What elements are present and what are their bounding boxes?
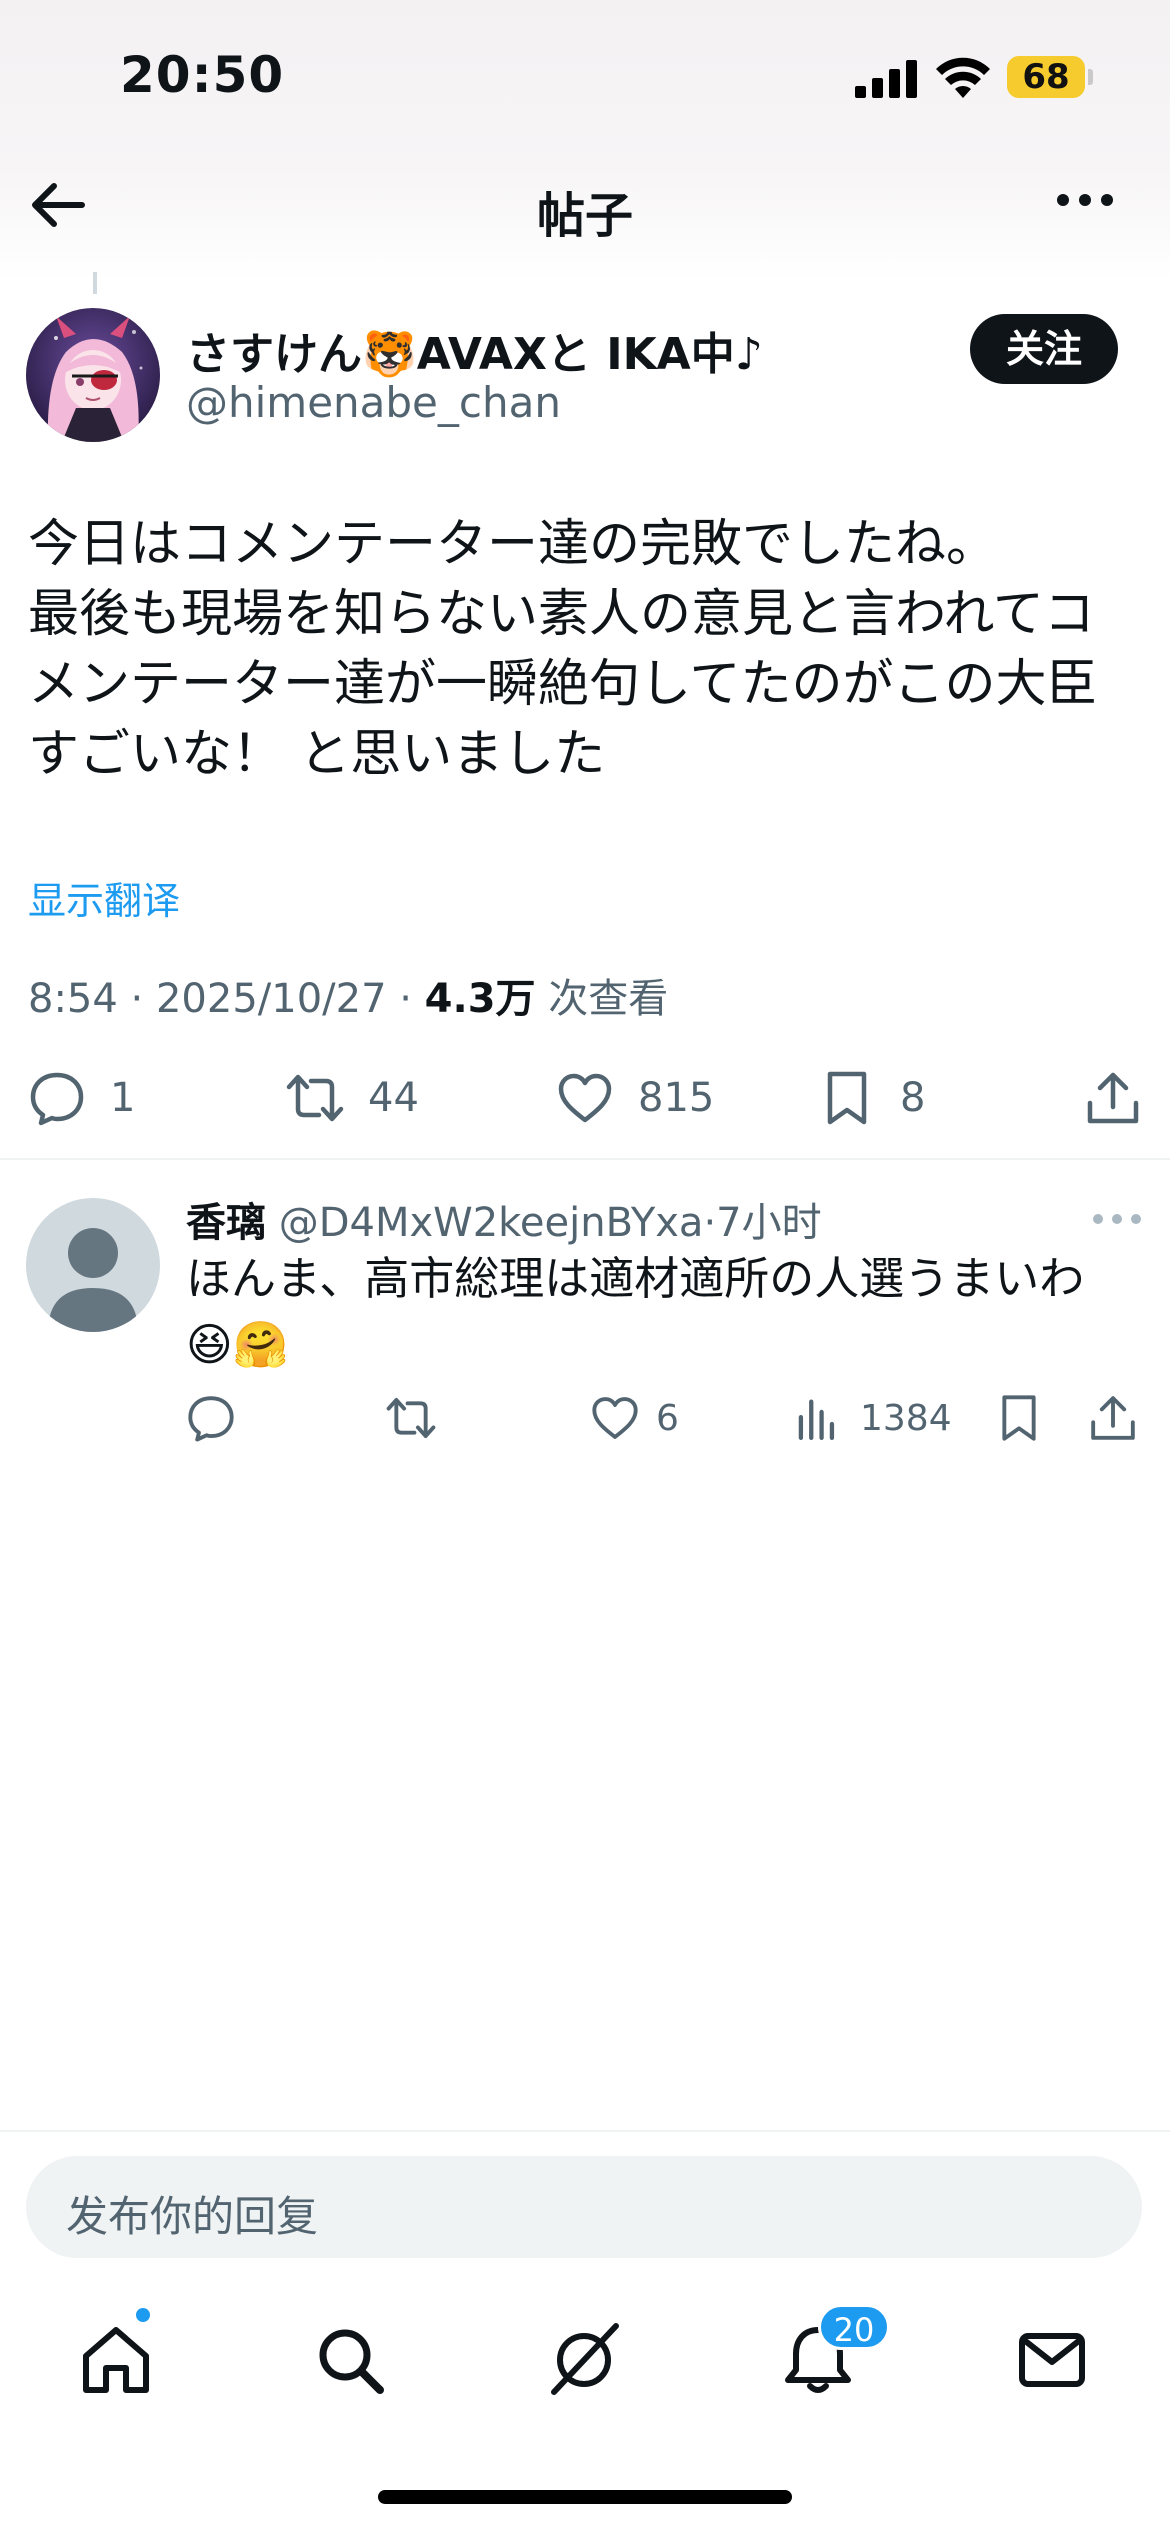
reply-like-count: 6 — [656, 1397, 679, 1439]
tab-messages[interactable] — [1012, 2320, 1092, 2400]
reply-header: 香璃 @D4MxW2keejnBYxa·7小时 — [186, 1190, 822, 1248]
reply-action-bar: 6 1384 — [0, 1390, 1170, 1446]
bookmark-icon — [1002, 1395, 1036, 1441]
share-button[interactable] — [1084, 1066, 1142, 1130]
retweet-icon — [286, 1074, 344, 1122]
home-icon — [83, 2327, 149, 2393]
home-unread-dot — [134, 2306, 152, 2324]
status-time: 20:50 — [120, 46, 285, 104]
wifi-icon — [936, 57, 990, 98]
retweet-count: 44 — [368, 1075, 419, 1121]
reply-text-line: ほんま、高市総理は適材適所の人選うまいわ — [186, 1252, 1085, 1305]
thread-connector — [93, 272, 97, 294]
bookmark-count: 8 — [900, 1075, 926, 1121]
tab-grok[interactable] — [544, 2320, 624, 2400]
post-metadata: 8:54 · 2025/10/27 · 4.3万 次查看 — [28, 966, 668, 1024]
author-handle[interactable]: @himenabe_chan — [186, 378, 561, 427]
reply-views-button[interactable]: 1384 — [794, 1390, 952, 1446]
more-horizontal-icon[interactable] — [1092, 1212, 1142, 1226]
reply-share-button[interactable] — [1088, 1390, 1138, 1446]
like-button[interactable]: 815 — [556, 1066, 714, 1130]
nav-bar: 帖子 — [0, 160, 1170, 250]
messages-icon — [1019, 2333, 1085, 2387]
divider — [0, 1158, 1170, 1160]
reply-like-button[interactable]: 6 — [590, 1390, 679, 1446]
author-avatar[interactable] — [26, 308, 160, 442]
retweet-button[interactable]: 44 — [286, 1066, 419, 1130]
reply-icon — [30, 1072, 84, 1126]
more-horizontal-icon[interactable] — [1055, 190, 1115, 210]
reply-emoji-line: 😆🤗 — [186, 1318, 289, 1371]
battery-indicator: 68 — [1007, 56, 1085, 98]
reply-compose-input[interactable]: 发布你的回复 — [26, 2156, 1142, 2258]
tab-home[interactable] — [76, 2320, 156, 2400]
share-icon — [1087, 1072, 1139, 1124]
retweet-icon — [386, 1397, 436, 1439]
reply-timestamp: ·7小时 — [703, 1200, 822, 1246]
view-count: 4.3万 — [424, 976, 536, 1022]
compose-divider — [0, 2130, 1170, 2132]
post-text: 今日はコメンテーター達の完敗でしたね。 最後も現場を知らない素人の意見と言われて… — [28, 510, 1148, 790]
page-title: 帖子 — [536, 188, 633, 244]
reply-reply-button[interactable] — [186, 1390, 236, 1446]
bottom-tab-bar — [0, 2300, 1170, 2440]
battery-level: 68 — [1022, 57, 1070, 97]
avatar-illustration — [26, 308, 160, 442]
heart-icon — [558, 1073, 612, 1123]
battery-cap — [1088, 69, 1093, 85]
bookmark-button[interactable]: 8 — [818, 1066, 925, 1130]
show-translation-link[interactable]: 显示翻译 — [28, 870, 180, 925]
heart-icon — [592, 1397, 638, 1439]
analytics-icon — [798, 1399, 835, 1440]
follow-button[interactable]: 关注 — [970, 314, 1118, 384]
home-indicator[interactable] — [378, 2490, 792, 2504]
status-bar: 20:50 68 — [0, 0, 1170, 150]
reply-button[interactable]: 1 — [28, 1066, 135, 1130]
reply-text: ほんま、高市総理は適材適所の人選うまいわ 😆🤗 — [186, 1246, 1146, 1378]
compose-placeholder: 发布你的回复 — [66, 2192, 319, 2241]
post-text-line: 最後も現場を知らない素人の意見と言われてコ — [28, 585, 1095, 644]
share-icon — [1091, 1396, 1135, 1440]
reply-view-count: 1384 — [860, 1397, 952, 1439]
cellular-signal-icon — [855, 60, 917, 98]
grok-icon — [551, 2323, 619, 2395]
reply-author-name[interactable]: 香璃 — [186, 1200, 266, 1246]
reply-retweet-button[interactable] — [386, 1390, 436, 1446]
reply-icon — [188, 1396, 234, 1442]
reply-author-handle[interactable]: @D4MxW2keejnBYxa — [279, 1200, 704, 1246]
tab-search[interactable] — [310, 2320, 390, 2400]
notifications-badge: 20 — [818, 2304, 890, 2350]
post-timestamp: 8:54 · 2025/10/27 · — [28, 976, 425, 1022]
reply-count: 1 — [110, 1075, 136, 1121]
like-count: 815 — [638, 1075, 715, 1121]
author-name[interactable]: さすけん🐯AVAXと IKA中♪ — [186, 318, 763, 382]
reply-bookmark-button[interactable] — [994, 1390, 1044, 1446]
reply-avatar[interactable] — [26, 1198, 160, 1332]
post-text-line: すごいな！ と思いました — [28, 725, 606, 784]
post-action-bar: 1 44 815 8 — [0, 1066, 1170, 1130]
bookmark-icon — [827, 1071, 867, 1125]
post-text-line: 今日はコメンテーター達の完敗でしたね。 — [28, 515, 998, 574]
default-avatar-icon — [48, 1228, 138, 1332]
search-icon — [319, 2329, 384, 2394]
view-label: 次查看 — [535, 976, 669, 1022]
post-text-line: メンテーター達が一瞬絶句してたのがこの大臣 — [28, 655, 1098, 714]
